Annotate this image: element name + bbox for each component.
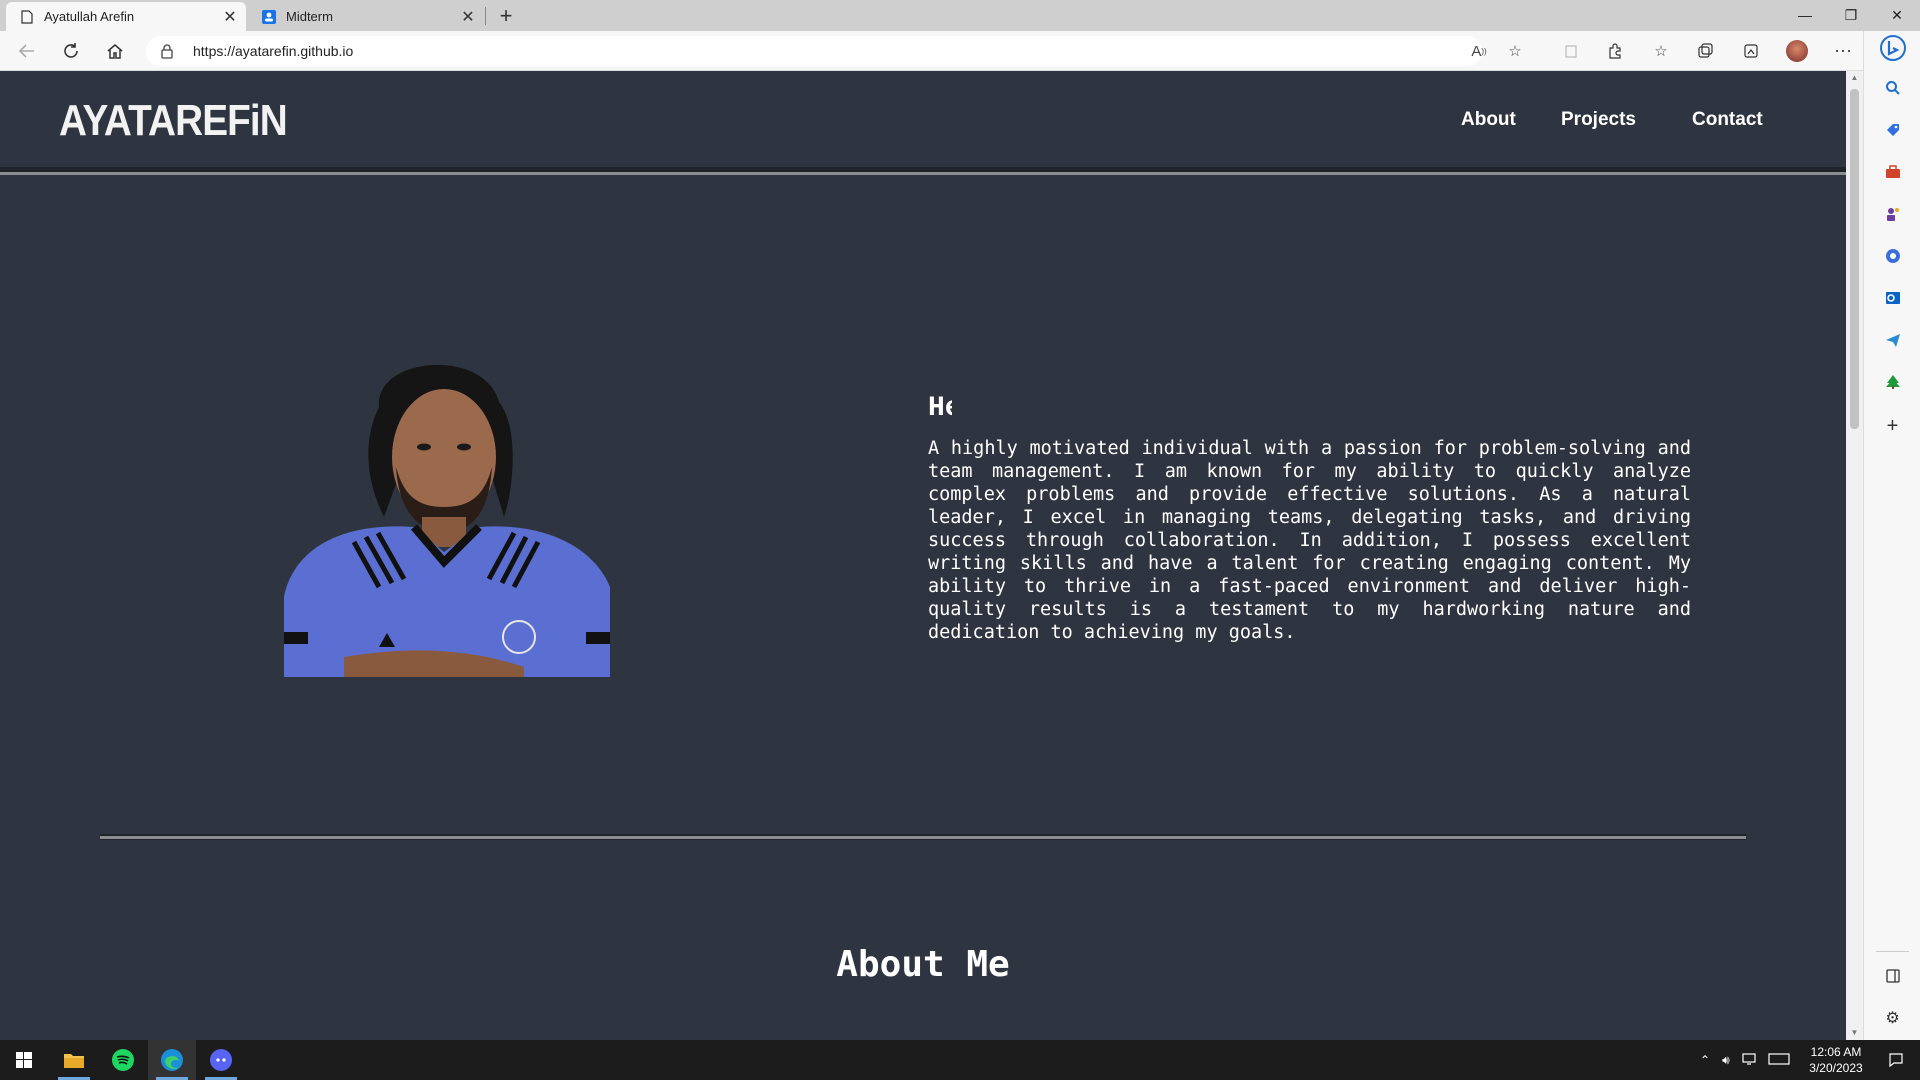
new-tab-button[interactable]: +: [492, 2, 520, 30]
scroll-thumb[interactable]: [1850, 89, 1859, 429]
discord-icon[interactable]: [197, 1040, 245, 1080]
classroom-icon: [262, 9, 276, 25]
intro-heading: He: [928, 393, 952, 424]
home-button[interactable]: [100, 37, 130, 65]
page-viewport: AYATAREFiN About Projects Contact H A hi…: [0, 71, 1846, 1040]
about-me-heading: About Me: [836, 944, 1010, 985]
profile-avatar[interactable]: [1784, 39, 1810, 63]
volume-icon[interactable]: 🔊︎: [1722, 1053, 1730, 1068]
clock-time: 12:06 AM: [1810, 1045, 1862, 1059]
file-explorer-icon[interactable]: [50, 1040, 98, 1080]
nav-contact[interactable]: Contact: [1692, 109, 1763, 131]
intro-paragraph: A highly motivated individual with a pas…: [928, 438, 1691, 643]
minimize-button[interactable]: —: [1782, 0, 1828, 31]
outlook-icon[interactable]: [1864, 281, 1920, 315]
show-hidden-icons[interactable]: ⌃: [1700, 1053, 1710, 1067]
section-divider-line: [100, 836, 1746, 839]
favorites-icon[interactable]: ☆: [1648, 39, 1674, 63]
extensions-icon[interactable]: [1602, 39, 1628, 63]
clock-date: 3/20/2023: [1809, 1061, 1863, 1075]
taskbar-clock[interactable]: 12:06 AM 3/20/2023: [1800, 1044, 1872, 1076]
microsoft-365-icon[interactable]: [1864, 239, 1920, 273]
hide-sidebar-icon[interactable]: [1864, 959, 1920, 993]
search-icon[interactable]: [1864, 71, 1920, 105]
notification-icon[interactable]: [1872, 1040, 1920, 1080]
scroll-down-arrow[interactable]: ▼: [1846, 1026, 1863, 1040]
tab-ayatullah-arefin[interactable]: Ayatullah Arefin ✕: [6, 2, 246, 31]
screenshot-icon[interactable]: [1738, 39, 1764, 63]
back-button[interactable]: [12, 37, 42, 65]
site-logo[interactable]: AYATAREFiN: [59, 96, 288, 146]
nav-about[interactable]: About: [1461, 109, 1516, 131]
add-sidebar-icon[interactable]: +: [1864, 409, 1920, 443]
spotify-icon[interactable]: [99, 1040, 147, 1080]
url-text[interactable]: https://ayatarefin.github.io: [193, 43, 353, 59]
read-aloud-icon[interactable]: A)): [1466, 39, 1492, 63]
close-tab-icon[interactable]: ✕: [220, 7, 240, 27]
browser-toolbar: https://ayatarefin.github.io A)) ☆ ☆ ⋯: [0, 31, 1920, 71]
tools-icon[interactable]: [1864, 155, 1920, 189]
shopping-icon[interactable]: [1864, 113, 1920, 147]
close-tab-icon[interactable]: ✕: [458, 7, 478, 27]
restore-button[interactable]: ❐: [1828, 0, 1874, 31]
send-icon[interactable]: [1864, 323, 1920, 357]
games-icon[interactable]: [1864, 197, 1920, 231]
site-header: AYATAREFiN About Projects Contact: [0, 71, 1846, 171]
tab-title: Midterm: [286, 9, 333, 24]
settings-icon[interactable]: ⚙: [1864, 1001, 1920, 1035]
add-favorite-icon[interactable]: ☆: [1502, 39, 1528, 63]
refresh-button[interactable]: [56, 37, 86, 65]
sidebar-separator: [1876, 951, 1909, 952]
lock-icon[interactable]: [160, 43, 174, 64]
windows-taskbar: ⌃ 🔊︎ 12:06 AM 3/20/2023: [0, 1040, 1920, 1080]
keyboard-icon[interactable]: [1768, 1052, 1790, 1068]
tab-bar: Ayatullah Arefin ✕ Midterm ✕ + — ❐ ✕: [0, 0, 1920, 31]
tab-title: Ayatullah Arefin: [44, 9, 135, 24]
more-options-icon[interactable]: ⋯: [1830, 39, 1856, 63]
edge-sidebar: + ⚙: [1863, 31, 1920, 1040]
tree-icon[interactable]: [1864, 365, 1920, 399]
network-icon[interactable]: [1742, 1052, 1756, 1068]
system-tray: ⌃ 🔊︎: [1700, 1040, 1790, 1080]
address-bar[interactable]: https://ayatarefin.github.io A)) ☆: [146, 36, 1522, 66]
start-button[interactable]: [0, 1040, 48, 1080]
share-icon[interactable]: [1558, 39, 1584, 63]
profile-photo: [284, 347, 610, 677]
scroll-up-arrow[interactable]: ▲: [1846, 71, 1863, 85]
bing-chat-icon[interactable]: [1864, 31, 1920, 65]
tab-midterm[interactable]: Midterm ✕: [248, 2, 484, 31]
collections-icon[interactable]: [1692, 39, 1718, 63]
nav-projects[interactable]: Projects: [1561, 109, 1636, 131]
page-scrollbar[interactable]: ▲ ▼: [1846, 71, 1863, 1040]
page-icon: [20, 9, 34, 25]
edge-icon[interactable]: [148, 1040, 196, 1080]
tab-separator: [485, 7, 486, 25]
header-rule: [0, 172, 1846, 175]
close-window-button[interactable]: ✕: [1874, 0, 1920, 31]
